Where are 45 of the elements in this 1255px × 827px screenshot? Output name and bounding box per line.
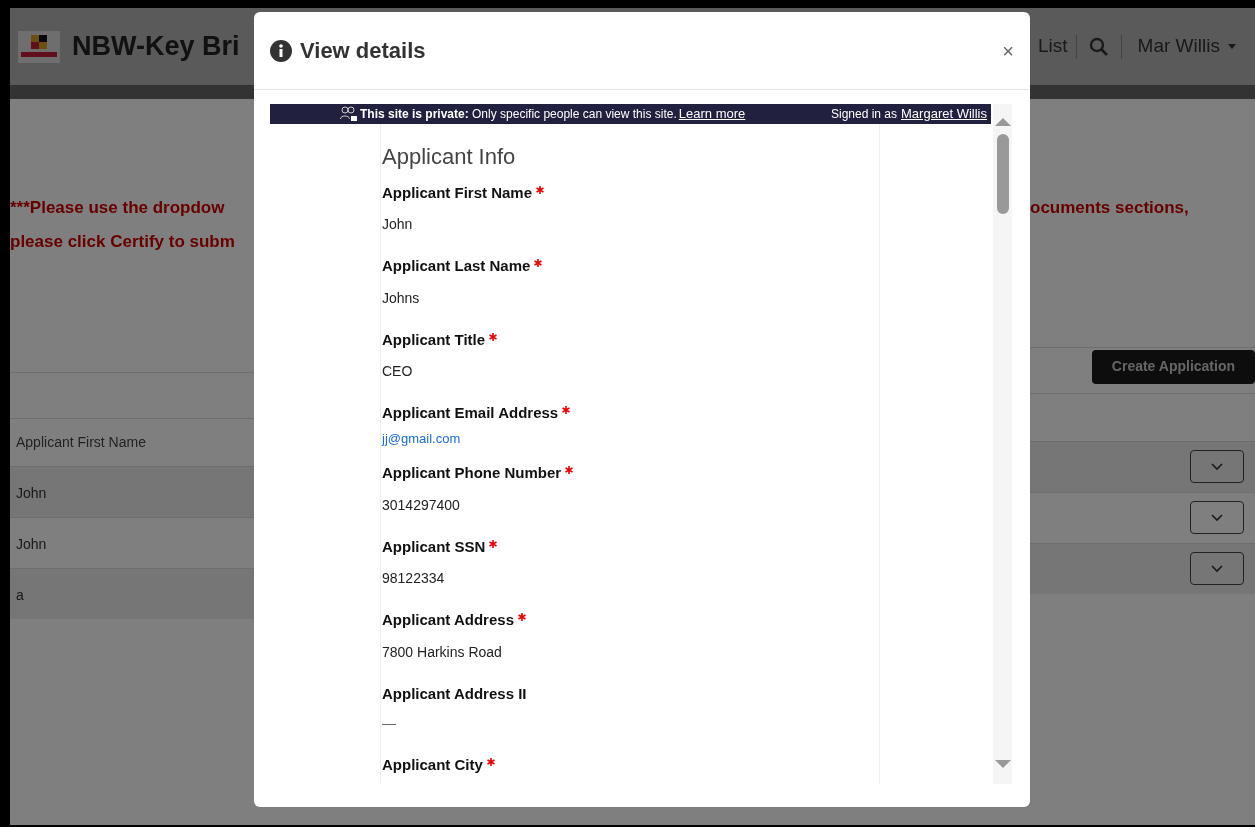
field-label: Applicant Address: [382, 610, 514, 630]
dialog-title: View details: [300, 37, 426, 65]
notice-text: please click Certify to subm: [10, 230, 236, 253]
info-icon: [270, 39, 292, 62]
section-title: Applicant Info: [382, 145, 517, 168]
row-menu-button[interactable]: [1190, 450, 1244, 483]
row-menu-button[interactable]: [1190, 552, 1244, 585]
chevron-down-icon: [1211, 462, 1223, 471]
people-lock-icon: [340, 105, 358, 122]
row-menu-button[interactable]: [1190, 501, 1244, 534]
scrollbar[interactable]: [993, 104, 1012, 784]
notice-text: ocuments sections,: [1030, 197, 1190, 219]
create-application-button[interactable]: Create Application: [1091, 349, 1255, 384]
field-label: Applicant SSN: [382, 536, 486, 557]
close-button[interactable]: ×: [1002, 40, 1014, 61]
field-label: Applicant Email Address: [382, 403, 559, 423]
field-value: 7800 Harkins Road: [382, 642, 503, 662]
caret-icon: [1227, 44, 1236, 49]
table-cell: John: [16, 485, 47, 501]
field-label: Applicant Address II: [382, 683, 527, 704]
search-icon[interactable]: [1088, 36, 1109, 57]
table-cell: a: [16, 587, 24, 603]
field-label: Applicant City: [382, 755, 483, 775]
chevron-down-icon: [1211, 513, 1223, 522]
user-link[interactable]: Margaret Willis: [901, 104, 987, 124]
field-value: John: [382, 215, 414, 234]
maryland-logo: [18, 30, 60, 63]
field-value: CEO: [382, 362, 414, 381]
field-value: Johns: [382, 288, 421, 308]
table-cell: John: [16, 536, 47, 552]
chevron-down-icon: [1211, 564, 1223, 573]
learn-more-link[interactable]: Learn more: [678, 104, 746, 124]
app-title: NBW-Key Bri: [72, 30, 240, 64]
signed-in-label: Signed in as: [831, 105, 898, 123]
column-header: Applicant First Name: [16, 433, 146, 452]
field-label: Applicant Phone Number: [382, 463, 562, 483]
field-label: Applicant Title: [382, 329, 486, 350]
notice-text: ***Please use the dropdow: [10, 197, 226, 219]
email-link[interactable]: jj@gmail.com: [382, 428, 879, 448]
field-value: 3014297400: [382, 495, 461, 515]
field-value: 98122334: [382, 569, 446, 588]
field-label: Applicant Last Name: [382, 256, 531, 276]
empty-value: —: [382, 714, 397, 733]
field-label: Applicant First Name: [382, 182, 533, 203]
private-notice: This site is private: Only specific people can view this site.: [360, 105, 677, 123]
